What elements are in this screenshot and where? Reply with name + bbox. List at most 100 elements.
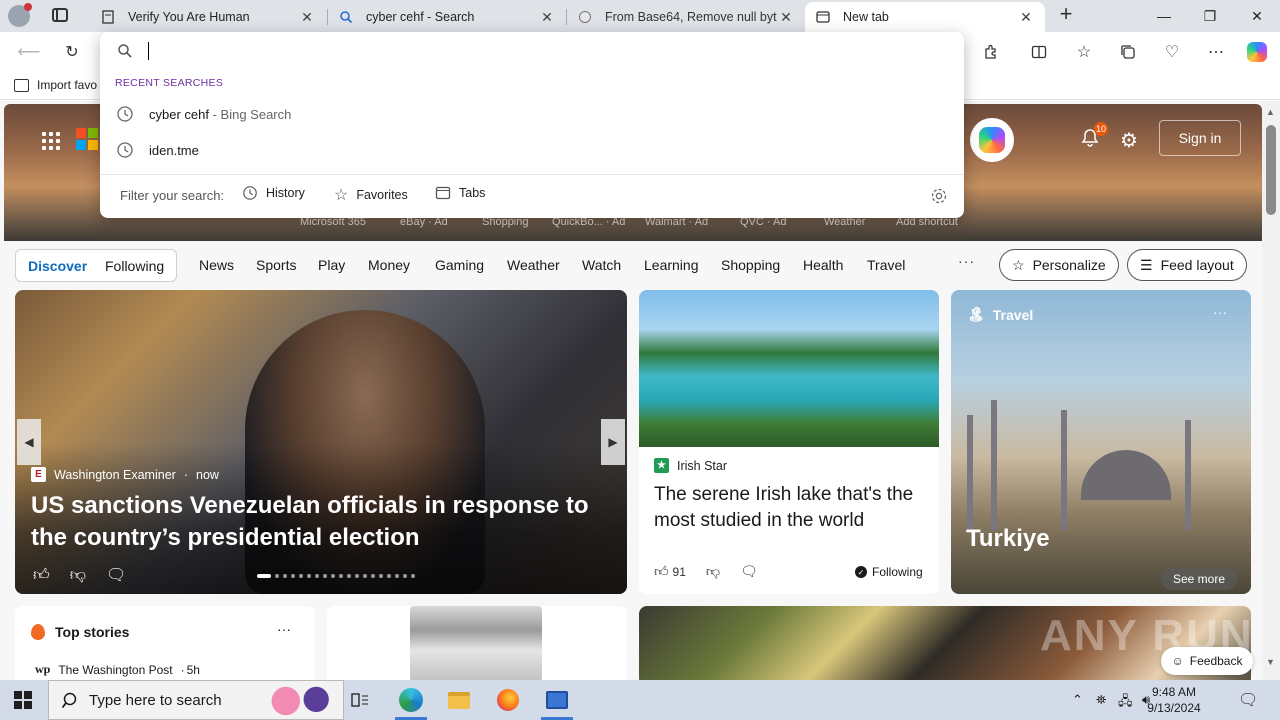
carousel-dot[interactable]	[275, 574, 279, 578]
carousel-dot[interactable]	[363, 574, 367, 578]
personalize-button[interactable]: ☆ Personalize	[999, 249, 1119, 281]
edge-taskbar-icon[interactable]	[387, 680, 435, 720]
see-more-button[interactable]: See more	[1161, 568, 1237, 590]
close-icon[interactable]: ✕	[538, 8, 556, 26]
carousel-dot[interactable]	[411, 574, 415, 578]
tray-app-icon[interactable]: ⛯	[1096, 692, 1106, 708]
carousel-dot[interactable]	[395, 574, 399, 578]
task-view-icon[interactable]	[336, 680, 384, 720]
nav-item-money[interactable]: Money	[368, 257, 410, 273]
import-favorites-button[interactable]: Import favo	[14, 78, 97, 92]
close-icon[interactable]: ✕	[777, 8, 795, 26]
card-more-icon[interactable]: ···	[277, 621, 291, 637]
nav-item-gaming[interactable]: Gaming	[435, 257, 484, 273]
address-input[interactable]	[146, 38, 936, 64]
tab-following[interactable]: Following	[105, 258, 164, 274]
browser-essentials-icon[interactable]: ♡	[1159, 40, 1185, 64]
carousel-dot[interactable]	[307, 574, 311, 578]
tab-base64[interactable]: From Base64, Remove null bytes ✕	[567, 2, 805, 32]
taskbar-search-box[interactable]: Type here to search	[48, 680, 344, 720]
close-icon[interactable]: ✕	[1017, 8, 1035, 26]
restore-button[interactable]: ❐	[1187, 0, 1233, 32]
remote-app-icon[interactable]	[533, 680, 581, 720]
tab-verify-human[interactable]: Verify You Are Human ✕	[90, 2, 326, 32]
refresh-button[interactable]: ↻	[59, 40, 85, 64]
ad-card[interactable]	[327, 606, 627, 680]
thumbs-down-icon[interactable]: 👎︎	[70, 566, 86, 585]
tray-overflow-chevron-icon[interactable]: ⌃	[1072, 692, 1083, 708]
nav-item-health[interactable]: Health	[803, 257, 843, 273]
carousel-dot[interactable]	[323, 574, 327, 578]
notifications-center-icon[interactable]: 🗨︎	[1238, 690, 1258, 710]
nav-item-weather[interactable]: Weather	[507, 257, 560, 273]
card-more-icon[interactable]: ···	[1213, 304, 1227, 320]
thumbs-down-icon[interactable]: 👎︎	[706, 563, 720, 580]
scroll-down-icon[interactable]: ▼	[1266, 657, 1275, 667]
comment-icon[interactable]: 🗨︎	[740, 563, 758, 580]
story-headline[interactable]: The serene Irish lake that's the most st…	[654, 482, 924, 534]
travel-destination[interactable]: Turkiye	[966, 525, 1050, 553]
following-indicator[interactable]: ✓ Following	[855, 565, 923, 579]
carousel-dot[interactable]	[331, 574, 335, 578]
close-window-button[interactable]: ✕	[1234, 0, 1280, 32]
minimize-button[interactable]: —	[1141, 0, 1187, 32]
carousel-dot[interactable]	[403, 574, 407, 578]
tab-new-tab[interactable]: New tab ✕	[805, 2, 1045, 32]
sign-in-button[interactable]: Sign in	[1159, 120, 1241, 156]
nav-item-play[interactable]: Play	[318, 257, 345, 273]
recent-search-item[interactable]: iden.tme	[100, 132, 964, 168]
tab-cyber-search[interactable]: cyber cehf - Search ✕	[328, 2, 566, 32]
tab-actions-icon[interactable]	[52, 8, 68, 22]
more-options-icon[interactable]: ⋯	[1203, 40, 1229, 64]
scroll-thumb[interactable]	[1266, 125, 1276, 215]
close-icon[interactable]: ✕	[298, 8, 316, 26]
nav-item-sports[interactable]: Sports	[256, 257, 296, 273]
thumbs-up-icon[interactable]: 👍︎	[33, 566, 50, 585]
carousel-dot[interactable]	[355, 574, 359, 578]
nav-item-watch[interactable]: Watch	[582, 257, 621, 273]
nav-item-news[interactable]: News	[199, 257, 234, 273]
travel-card[interactable]: 🏝︎ Travel ··· Turkiye See more	[951, 290, 1251, 594]
tab-discover[interactable]: Discover	[28, 258, 87, 274]
carousel-dot[interactable]	[291, 574, 295, 578]
extensions-icon[interactable]	[978, 40, 1004, 64]
nav-item-travel[interactable]: Travel	[867, 257, 905, 273]
carousel-dot[interactable]	[299, 574, 303, 578]
comment-icon[interactable]: 🗨︎	[106, 565, 126, 585]
carousel-prev-button[interactable]: ◀	[17, 419, 41, 465]
firefox-icon[interactable]	[484, 680, 532, 720]
nav-more-button[interactable]: ···	[958, 253, 975, 269]
profile-avatar-icon[interactable]	[8, 3, 32, 27]
file-explorer-icon[interactable]	[435, 680, 483, 720]
carousel-dot[interactable]	[315, 574, 319, 578]
carousel-dot[interactable]	[379, 574, 383, 578]
filter-tabs-button[interactable]: Tabs	[435, 185, 485, 201]
settings-gear-icon[interactable]: ⚙	[1120, 128, 1138, 153]
split-screen-icon[interactable]	[1026, 40, 1052, 64]
network-icon[interactable]: 🖧︎	[1118, 692, 1133, 714]
windows-start-icon[interactable]	[14, 691, 32, 709]
feedback-button[interactable]: ☺ Feedback	[1161, 647, 1253, 675]
recent-search-item[interactable]: cyber cehf - Bing Search	[100, 96, 964, 132]
carousel-dot[interactable]	[257, 574, 271, 578]
carousel-dot[interactable]	[283, 574, 287, 578]
page-scrollbar[interactable]: ▲ ▼	[1262, 101, 1280, 680]
carousel-dot[interactable]	[371, 574, 375, 578]
back-button[interactable]: ⟵	[16, 40, 42, 64]
lake-story-card[interactable]: ★ Irish Star The serene Irish lake that'…	[639, 290, 939, 594]
carousel-dot[interactable]	[347, 574, 351, 578]
filter-favorites-button[interactable]: ☆ Favorites	[334, 185, 408, 205]
search-settings-gear-icon[interactable]	[930, 187, 948, 205]
copilot-button[interactable]	[970, 118, 1014, 162]
new-tab-button[interactable]: +	[1054, 3, 1078, 27]
story-headline[interactable]: US sanctions Venezuelan officials in res…	[31, 490, 611, 554]
copilot-sidebar-icon[interactable]	[1244, 40, 1270, 64]
collections-icon[interactable]	[1115, 40, 1141, 64]
app-launcher-icon[interactable]	[42, 132, 60, 150]
filter-history-button[interactable]: History	[242, 185, 305, 201]
scroll-up-icon[interactable]: ▲	[1266, 107, 1275, 117]
carousel-dot[interactable]	[387, 574, 391, 578]
carousel-next-button[interactable]: ▶	[601, 419, 625, 465]
system-clock[interactable]: 9:48 AM 9/13/2024	[1140, 684, 1208, 716]
thumbs-up-icon[interactable]: 👍︎ 91	[654, 563, 686, 580]
